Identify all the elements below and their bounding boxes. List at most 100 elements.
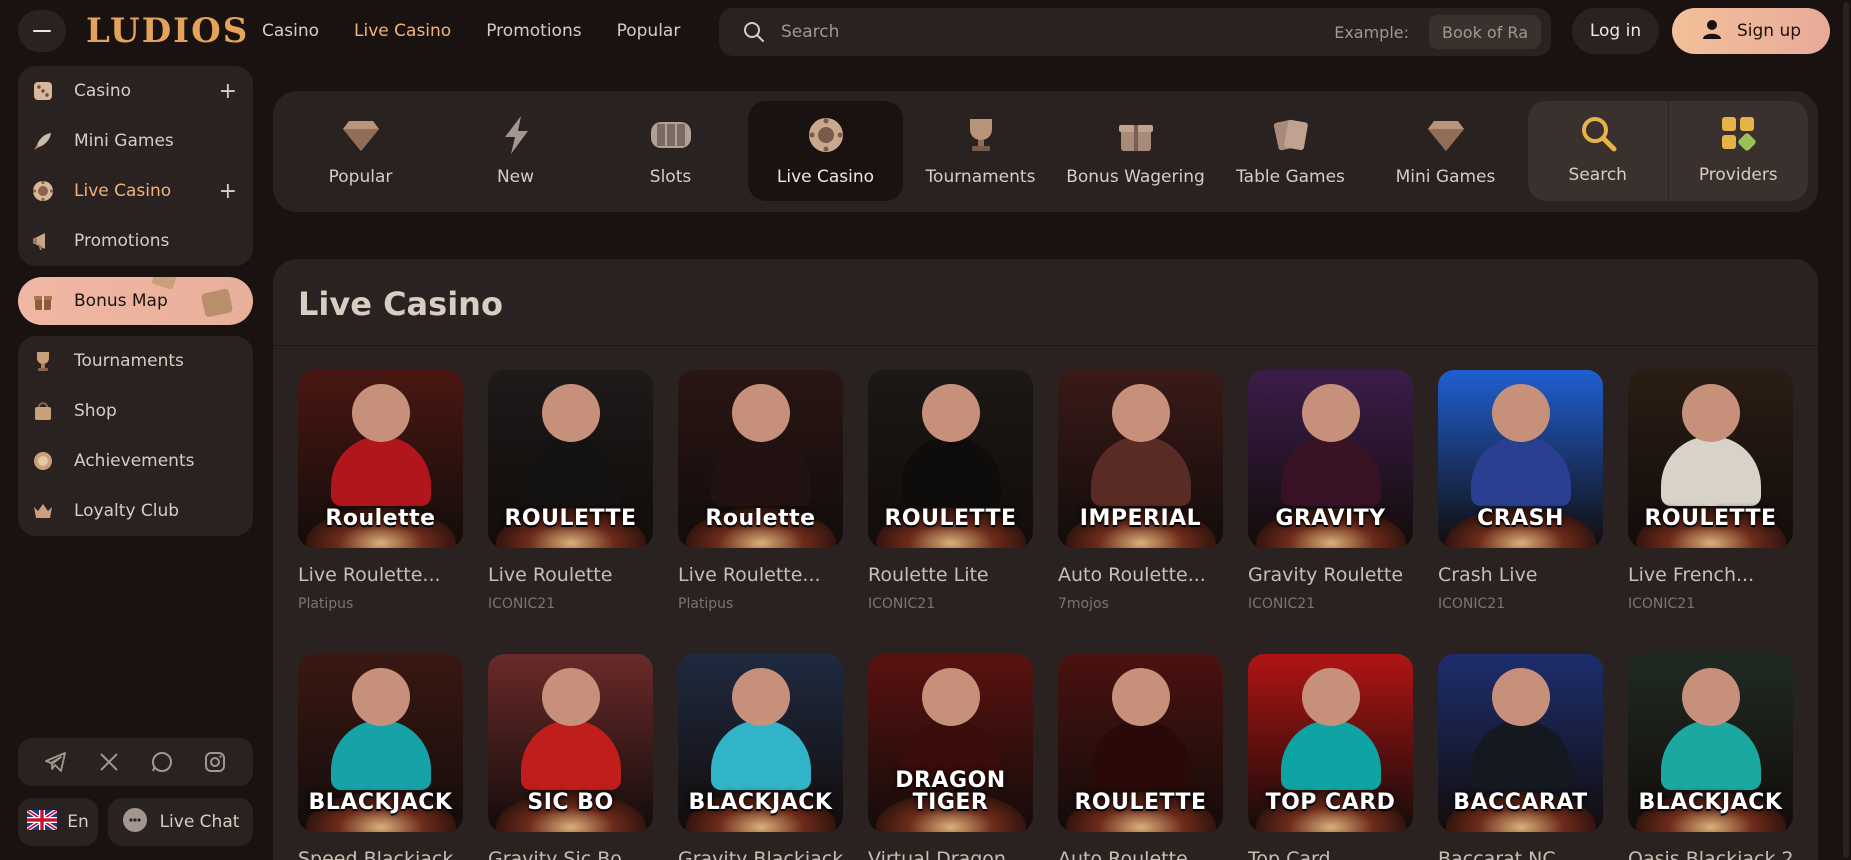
game-title[interactable]: Oasis Blackjack 2	[1628, 848, 1794, 860]
category-tournaments[interactable]: Tournaments	[903, 101, 1058, 201]
dealer-figure	[1090, 720, 1191, 790]
topnav-casino[interactable]: Casino	[262, 21, 319, 41]
game-card[interactable]: SIC BO Gravity Sic Bo	[488, 654, 653, 860]
game-art-title: DRAGON TIGER	[895, 768, 1006, 815]
game-thumbnail[interactable]: BLACKJACK	[1628, 654, 1793, 832]
topnav-promotions[interactable]: Promotions	[486, 21, 581, 41]
game-thumbnail[interactable]: IMPERIAL	[1058, 370, 1223, 548]
search-example-chip[interactable]: Book of Ra	[1429, 15, 1541, 49]
game-thumbnail[interactable]: DRAGON TIGER	[868, 654, 1033, 832]
game-card[interactable]: CRASH Crash Live ICONIC21	[1438, 370, 1603, 612]
game-art-title: Roulette	[705, 506, 816, 531]
dealer-figure	[351, 384, 410, 442]
cards-icon	[1269, 113, 1313, 157]
game-title[interactable]: Baccarat NC	[1438, 848, 1603, 860]
bonus-map-button[interactable]: Bonus Map	[18, 277, 253, 325]
game-title[interactable]: Top Card	[1248, 848, 1413, 860]
sidebar-item-loyalty-club[interactable]: Loyalty Club	[18, 486, 253, 536]
game-title[interactable]: Auto Roulette...	[1058, 564, 1223, 586]
game-title[interactable]: Speed Blackjack	[298, 848, 463, 860]
game-title[interactable]: Gravity Sic Bo	[488, 848, 653, 860]
logo[interactable]: LUDIOS	[86, 8, 249, 54]
category-slots[interactable]: Slots	[593, 101, 748, 201]
game-thumbnail[interactable]: ROULETTE	[868, 370, 1033, 548]
game-card[interactable]: Roulette Live Roulette... Platipus	[298, 370, 463, 612]
language-selector[interactable]: En	[18, 798, 98, 846]
instagram-icon[interactable]	[201, 748, 229, 776]
game-thumbnail[interactable]: GRAVITY	[1248, 370, 1413, 548]
game-art-title: TOP CARD	[1265, 790, 1396, 815]
game-thumbnail[interactable]: Roulette	[298, 370, 463, 548]
game-title[interactable]: Live French...	[1628, 564, 1793, 586]
login-button[interactable]: Log in	[1572, 8, 1659, 54]
game-card[interactable]: TOP CARD Top Card	[1248, 654, 1413, 860]
game-thumbnail[interactable]: ROULETTE	[1628, 370, 1793, 548]
game-thumbnail[interactable]: BLACKJACK	[298, 654, 463, 832]
game-card[interactable]: ROULETTE Auto Roulette...	[1058, 654, 1223, 860]
game-card[interactable]: ROULETTE Live French... ICONIC21	[1628, 370, 1793, 612]
live-chat-button[interactable]: Live Chat	[108, 798, 253, 846]
game-thumbnail[interactable]: ROULETTE	[1058, 654, 1223, 832]
scrollbar-thumb[interactable]	[1843, 2, 1849, 858]
topnav-live-casino[interactable]: Live Casino	[354, 21, 451, 41]
game-thumbnail[interactable]: ROULETTE	[488, 370, 653, 548]
game-card[interactable]: BLACKJACK Oasis Blackjack 2	[1628, 654, 1794, 860]
chat-icon	[122, 807, 148, 838]
game-title[interactable]: Gravity Roulette	[1248, 564, 1413, 586]
game-thumbnail[interactable]: TOP CARD	[1248, 654, 1413, 832]
game-thumbnail[interactable]: BLACKJACK	[678, 654, 843, 832]
game-card[interactable]: ROULETTE Roulette Lite ICONIC21	[868, 370, 1033, 612]
dealer-figure	[1470, 436, 1571, 506]
game-card[interactable]: BLACKJACK Speed Blackjack	[298, 654, 463, 860]
game-title[interactable]: Live Roulette...	[678, 564, 843, 586]
chip-icon	[30, 178, 56, 204]
sidebar-item-label: Loyalty Club	[74, 501, 180, 521]
dealer-figure	[1111, 384, 1170, 442]
game-card[interactable]: BLACKJACK Gravity Blackjack	[678, 654, 843, 860]
category-search-button[interactable]: Search	[1528, 101, 1669, 201]
game-title[interactable]: Live Roulette	[488, 564, 653, 586]
game-title[interactable]: Crash Live	[1438, 564, 1603, 586]
category-popular[interactable]: Popular	[283, 101, 438, 201]
sidebar-item-live-casino[interactable]: Live Casino +	[18, 166, 253, 216]
game-title[interactable]: Auto Roulette...	[1058, 848, 1223, 860]
game-card[interactable]: GRAVITY Gravity Roulette ICONIC21	[1248, 370, 1413, 612]
game-title[interactable]: Virtual Dragon...	[868, 848, 1033, 860]
sidebar-item-mini-games[interactable]: Mini Games	[18, 116, 253, 166]
sidebar-item-casino[interactable]: Casino +	[18, 66, 253, 116]
crown-icon	[30, 498, 56, 524]
game-thumbnail[interactable]: BACCARAT	[1438, 654, 1603, 832]
game-title[interactable]: Live Roulette...	[298, 564, 463, 586]
providers-button[interactable]: Providers	[1669, 101, 1809, 201]
sidebar-item-achievements[interactable]: Achievements	[18, 436, 253, 486]
category-live-casino[interactable]: Live Casino	[748, 101, 903, 201]
game-card[interactable]: ROULETTE Live Roulette ICONIC21	[488, 370, 653, 612]
game-thumbnail[interactable]: SIC BO	[488, 654, 653, 832]
category-new[interactable]: New	[438, 101, 593, 201]
x-twitter-icon[interactable]	[95, 748, 123, 776]
sidebar-item-promotions[interactable]: Promotions	[18, 216, 253, 266]
game-card[interactable]: Roulette Live Roulette... Platipus	[678, 370, 843, 612]
sidebar-item-tournaments[interactable]: Tournaments	[18, 336, 253, 386]
game-title[interactable]: Gravity Blackjack	[678, 848, 843, 860]
page-scrollbar[interactable]	[1841, 0, 1851, 860]
dice-icon	[30, 78, 56, 104]
sidebar-item-shop[interactable]: Shop	[18, 386, 253, 436]
expand-icon[interactable]: +	[219, 79, 237, 104]
whatsapp-icon[interactable]	[148, 748, 176, 776]
game-thumbnail[interactable]: CRASH	[1438, 370, 1603, 548]
game-card[interactable]: BACCARAT Baccarat NC	[1438, 654, 1603, 860]
game-title[interactable]: Roulette Lite	[868, 564, 1033, 586]
category-bonus-wagering[interactable]: Bonus Wagering	[1058, 101, 1213, 201]
expand-icon[interactable]: +	[219, 179, 237, 204]
category-mini-games[interactable]: Mini Games	[1368, 101, 1523, 201]
game-card[interactable]: DRAGON TIGER Virtual Dragon...	[868, 654, 1033, 860]
signup-button[interactable]: Sign up	[1672, 8, 1830, 54]
game-card[interactable]: IMPERIAL Auto Roulette... 7mojos	[1058, 370, 1223, 612]
telegram-icon[interactable]	[42, 748, 70, 776]
game-thumbnail[interactable]: Roulette	[678, 370, 843, 548]
search-input[interactable]	[781, 22, 1335, 42]
topnav-popular[interactable]: Popular	[617, 21, 681, 41]
category-table-games[interactable]: Table Games	[1213, 101, 1368, 201]
menu-toggle-button[interactable]	[18, 10, 66, 52]
